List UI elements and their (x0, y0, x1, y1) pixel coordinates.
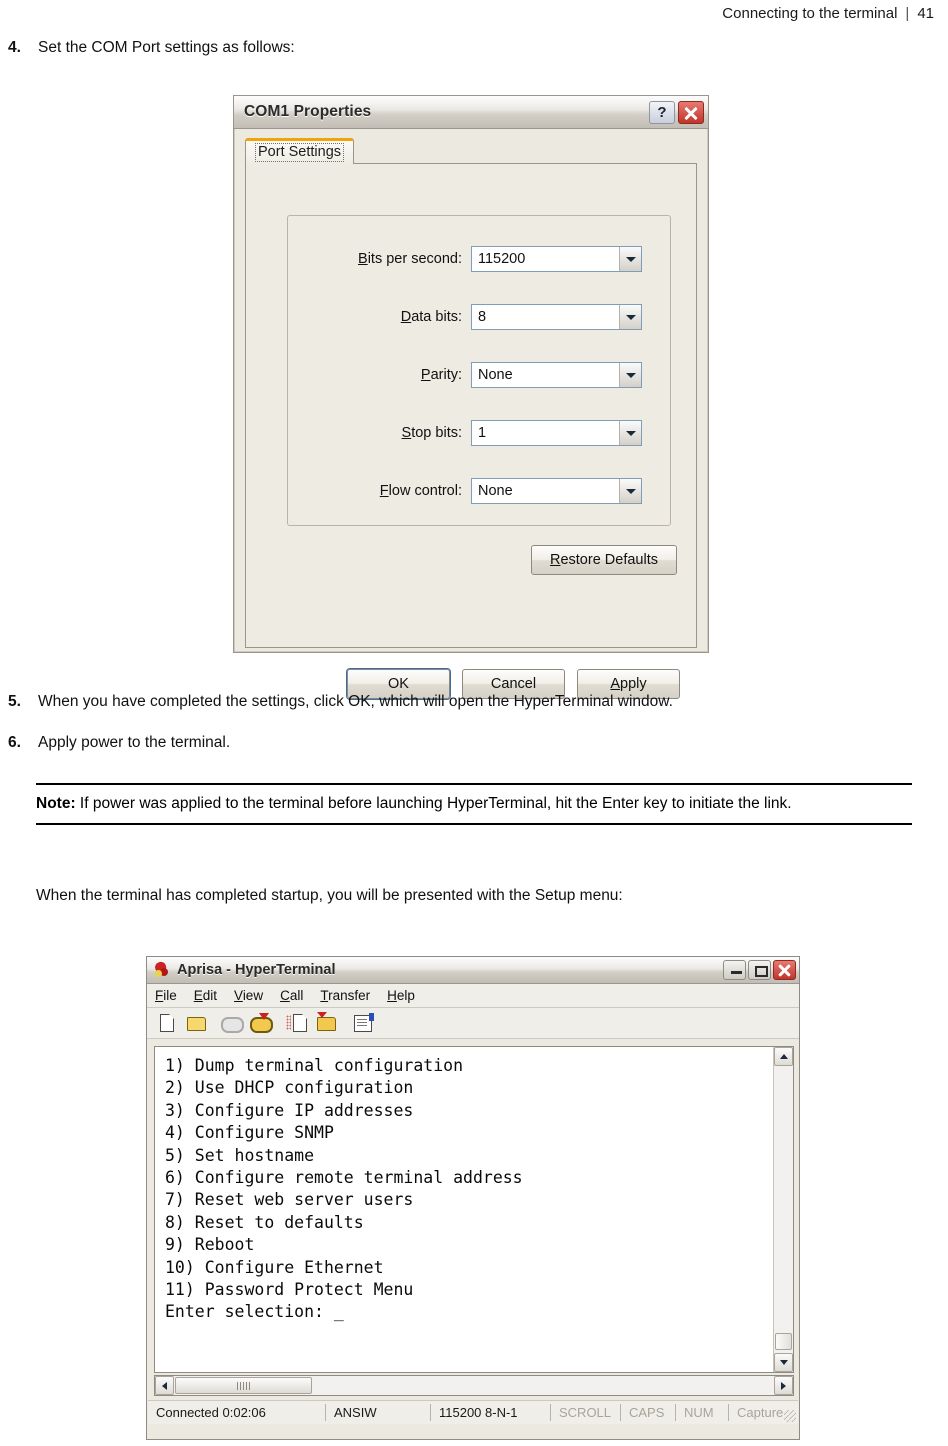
terminal-screen[interactable]: 1) Dump terminal configuration 2) Use DH… (154, 1046, 794, 1373)
tab-port-settings-label: Port Settings (255, 143, 345, 162)
label-stop-bits: Stop bits: (401, 425, 462, 441)
note-label: Note: (36, 795, 76, 812)
scroll-down-icon[interactable] (774, 1353, 793, 1372)
step-6-number: 6. (8, 734, 21, 751)
close-icon[interactable] (678, 100, 704, 124)
parity-select[interactable]: None (471, 362, 642, 388)
hyperterminal-toolbar (147, 1008, 799, 1039)
help-icon[interactable]: ? (649, 100, 675, 124)
flow-control-select[interactable]: None (471, 478, 642, 504)
com1-properties-dialog: COM1 Properties ? Port Settings Bits per… (233, 95, 709, 699)
open-folder-icon[interactable] (184, 1012, 208, 1034)
stop-bits-select[interactable]: 1 (471, 420, 642, 446)
scroll-left-icon[interactable] (155, 1376, 174, 1395)
new-connection-icon[interactable] (155, 1012, 179, 1034)
port-settings-pane: Bits per second: 115200 Data bits: 8 Par… (245, 163, 697, 699)
flow-control-value: None (478, 483, 513, 499)
note-block: Note: If power was applied to the termin… (36, 783, 912, 825)
menu-transfer[interactable]: Transfer (320, 988, 370, 1003)
hyperterminal-menubar: File Edit View Call Transfer Help (147, 984, 799, 1008)
menu-file[interactable]: File (155, 988, 177, 1003)
step-5-text: When you have completed the settings, cl… (38, 693, 673, 710)
ok-label: OK (388, 676, 409, 692)
restore-defaults-button[interactable]: Restore Defaults (531, 545, 677, 575)
menu-edit[interactable]: Edit (194, 988, 217, 1003)
vertical-scroll-thumb[interactable] (775, 1333, 792, 1350)
resize-grip-icon[interactable] (784, 1410, 796, 1422)
com1-titlebar[interactable]: COM1 Properties ? (234, 96, 708, 129)
menu-help[interactable]: Help (387, 988, 415, 1003)
vertical-scrollbar[interactable] (773, 1047, 793, 1372)
data-bits-value: 8 (478, 309, 487, 325)
restore-defaults-label: Restore Defaults (549, 552, 658, 568)
status-num: NUM (676, 1404, 729, 1421)
tab-port-settings[interactable]: Port Settings (245, 138, 355, 164)
bits-per-second-value: 115200 (478, 251, 526, 267)
properties-icon[interactable] (351, 1012, 375, 1034)
menu-view[interactable]: View (234, 988, 263, 1003)
field-data-bits: Data bits: 8 (287, 302, 669, 332)
step-4-text: Set the COM Port settings as follows: (38, 39, 295, 56)
horizontal-scrollbar[interactable] (154, 1375, 794, 1396)
hyperterminal-statusbar: Connected 0:02:06 ANSIW 115200 8-N-1 SCR… (148, 1400, 798, 1424)
apply-label: Apply (610, 676, 647, 692)
page-header-title: Connecting to the terminal (722, 4, 898, 22)
step-4-number: 4. (8, 39, 21, 56)
step-6: 6. Apply power to the terminal. (8, 733, 928, 753)
chevron-down-icon[interactable] (619, 305, 641, 329)
data-bits-select[interactable]: 8 (471, 304, 642, 330)
call-icon-disabled (219, 1012, 244, 1034)
hyperterminal-titlebar[interactable]: Aprisa - HyperTerminal (147, 957, 799, 984)
com1-dialog-title: COM1 Properties (244, 103, 372, 120)
terminal-output: 1) Dump terminal configuration 2) Use DH… (165, 1056, 523, 1322)
status-emulation: ANSIW (326, 1404, 431, 1421)
step-5-number: 5. (8, 693, 21, 710)
receive-file-icon[interactable] (314, 1012, 338, 1034)
step-6-text: Apply power to the terminal. (38, 734, 231, 751)
stop-bits-value: 1 (478, 425, 487, 441)
field-parity: Parity: None (287, 360, 669, 390)
status-line-settings: 115200 8-N-1 (431, 1404, 551, 1421)
parity-value: None (478, 367, 513, 383)
page-header-separator: | (905, 4, 910, 22)
label-bits-per-second: Bits per second: (358, 251, 462, 267)
label-parity: Parity: (420, 367, 462, 383)
send-file-icon[interactable] (285, 1012, 309, 1034)
cancel-label: Cancel (490, 676, 537, 692)
status-scroll: SCROLL (551, 1404, 621, 1421)
page-header: Connecting to the terminal | 41 (0, 0, 948, 26)
label-flow-control: Flow control: (379, 483, 462, 499)
chevron-down-icon[interactable] (619, 247, 641, 271)
status-caps: CAPS (621, 1404, 676, 1421)
step-4: 4. Set the COM Port settings as follows: (8, 38, 508, 58)
horizontal-scroll-thumb[interactable] (175, 1377, 312, 1394)
tabstrip: Port Settings (245, 138, 697, 164)
step-5: 5. When you have completed the settings,… (8, 692, 928, 712)
chevron-down-icon[interactable] (619, 363, 641, 387)
scroll-right-icon[interactable] (774, 1376, 793, 1395)
close-icon[interactable] (773, 960, 796, 980)
field-bits-per-second: Bits per second: 115200 (287, 244, 669, 274)
maximize-icon[interactable] (748, 960, 771, 980)
help-question-mark: ? (657, 103, 667, 121)
hyperterminal-app-icon (153, 960, 172, 978)
scroll-up-icon[interactable] (774, 1047, 793, 1066)
field-flow-control: Flow control: None (287, 476, 669, 506)
disconnect-icon[interactable] (248, 1012, 273, 1034)
chevron-down-icon[interactable] (619, 479, 641, 503)
page-number: 41 (917, 4, 934, 22)
status-connected: Connected 0:02:06 (148, 1404, 326, 1421)
bits-per-second-select[interactable]: 115200 (471, 246, 642, 272)
field-stop-bits: Stop bits: 1 (287, 418, 669, 448)
label-data-bits: Data bits: (400, 309, 462, 325)
menu-call[interactable]: Call (280, 988, 303, 1003)
note-text: If power was applied to the terminal bef… (75, 795, 792, 812)
hyperterminal-title: Aprisa - HyperTerminal (177, 962, 336, 978)
horizontal-scroll-track[interactable] (313, 1376, 774, 1395)
setup-menu-paragraph: When the terminal has completed startup,… (36, 887, 623, 904)
hyperterminal-window: Aprisa - HyperTerminal File Edit View Ca… (146, 956, 800, 1440)
minimize-icon[interactable] (723, 960, 746, 980)
chevron-down-icon[interactable] (619, 421, 641, 445)
